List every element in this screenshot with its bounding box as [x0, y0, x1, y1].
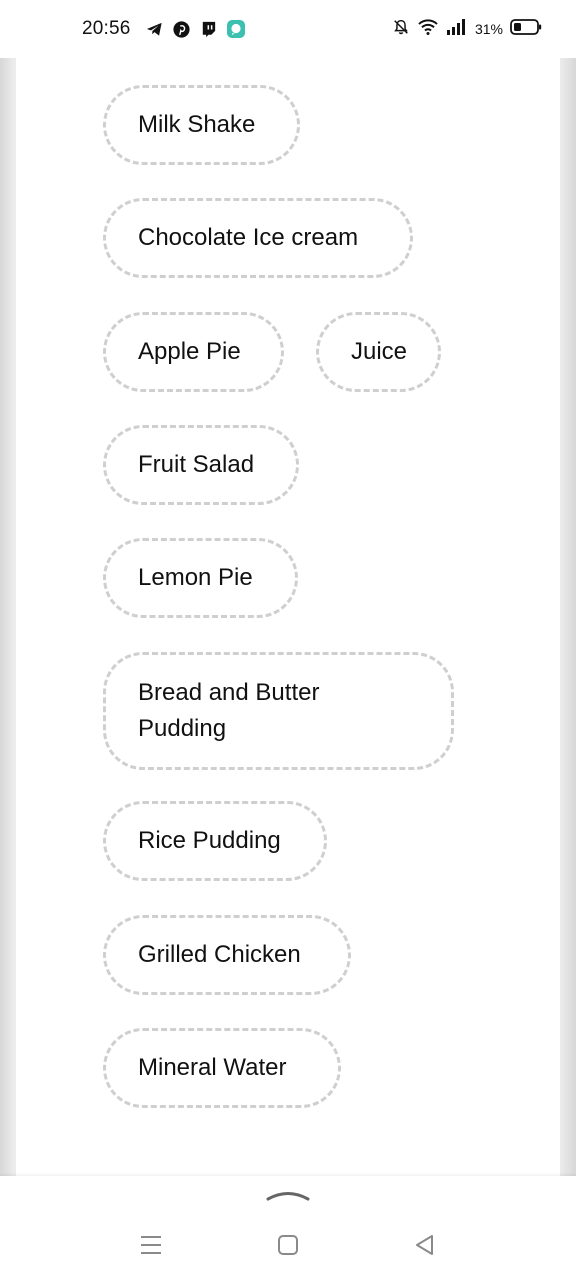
menu-chip[interactable]: Fruit Salad: [103, 425, 299, 505]
screen: 20:56 31% Milk Shake Chocolate Ice cream…: [0, 0, 576, 1280]
system-nav-bar: [0, 1176, 576, 1280]
signal-icon: [446, 18, 466, 41]
menu-chip[interactable]: Lemon Pie: [103, 538, 298, 618]
menu-chip[interactable]: Rice Pudding: [103, 801, 327, 881]
menu-chip[interactable]: Grilled Chicken: [103, 915, 351, 995]
status-time: 20:56: [82, 18, 131, 39]
chip-label: Grilled Chicken: [138, 941, 301, 968]
chip-label: Juice: [351, 338, 408, 365]
twitch-icon: [199, 20, 218, 39]
wifi-icon: [417, 18, 439, 41]
chip-label: Fruit Salad: [138, 451, 255, 478]
menu-chip[interactable]: Chocolate Ice cream: [103, 198, 413, 278]
status-app-icons: [145, 19, 246, 39]
chip-label: Bread and Butter Pudding: [138, 679, 320, 742]
status-system-icons: 31%: [392, 18, 542, 41]
menu-chip-list: Milk Shake Chocolate Ice cream Apple Pie…: [0, 58, 576, 1176]
pinterest-icon: [172, 20, 191, 39]
chip-label: Milk Shake: [138, 111, 256, 138]
menu-chip[interactable]: Juice: [316, 312, 441, 392]
menu-chip[interactable]: Mineral Water: [103, 1028, 341, 1108]
page-content: Milk Shake Chocolate Ice cream Apple Pie…: [0, 58, 576, 1176]
chip-label: Rice Pudding: [138, 827, 281, 854]
battery-percent: 31%: [474, 21, 503, 37]
menu-chip[interactable]: Bread and Butter Pudding: [103, 652, 454, 770]
menu-chip[interactable]: Milk Shake: [103, 85, 300, 165]
status-bar: 20:56 31%: [0, 0, 576, 58]
chat-app-icon: [226, 19, 246, 39]
chip-label: Apple Pie: [138, 338, 241, 365]
menu-chip[interactable]: Apple Pie: [103, 312, 284, 392]
bell-muted-icon: [392, 18, 410, 41]
chip-label: Lemon Pie: [138, 564, 253, 591]
chip-label: Chocolate Ice cream: [138, 224, 359, 251]
chip-label: Mineral Water: [138, 1054, 287, 1081]
telegram-icon: [145, 20, 164, 39]
battery-icon: [510, 18, 542, 41]
